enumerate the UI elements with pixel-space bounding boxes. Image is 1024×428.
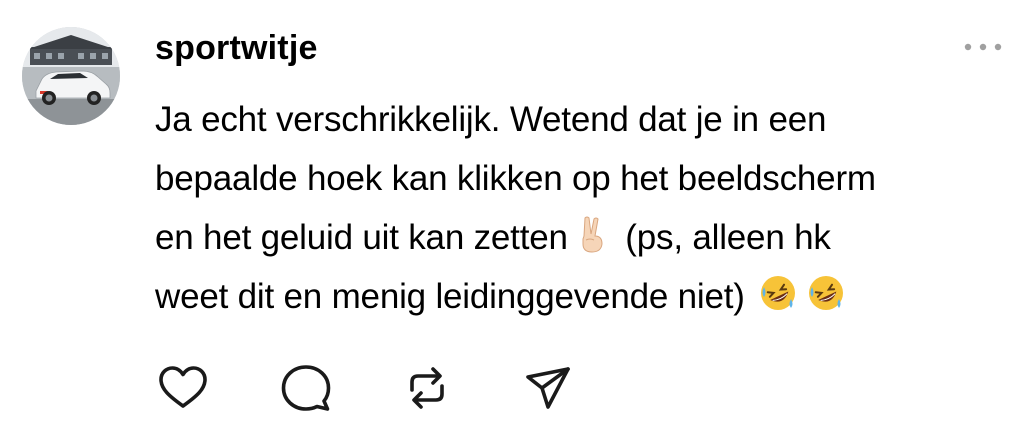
reply-button[interactable]: [278, 360, 334, 416]
like-button[interactable]: [155, 360, 211, 416]
thread-post: sportwitje Ja echt verschrikkelijk. Wete…: [0, 0, 1024, 428]
post-text-line: en het geluid uit kan zetten (ps, alleen…: [155, 208, 1005, 267]
text-segment: weet dit en menig leidinggevende niet): [155, 277, 745, 316]
text-segment: en het geluid uit kan zetten: [155, 218, 568, 257]
text-segment: Ja echt verschrikkelijk. Wetend dat je i…: [155, 100, 827, 139]
text-segment: (ps, alleen hk: [625, 218, 831, 257]
send-icon: [526, 367, 570, 409]
repost-icon: [410, 367, 444, 409]
post-text-line: bepaalde hoek kan klikken op het beeldsc…: [155, 149, 1005, 208]
repost-button[interactable]: [399, 360, 455, 416]
share-button[interactable]: [520, 360, 576, 416]
more-options-button[interactable]: [958, 32, 1008, 62]
heart-icon: [159, 366, 207, 408]
comment-bubble-icon: [281, 365, 331, 411]
post-text-line: weet dit en menig leidinggevende niet): [155, 267, 1005, 326]
post-text-line: Ja echt verschrikkelijk. Wetend dat je i…: [155, 90, 1005, 149]
username[interactable]: sportwitje: [155, 26, 318, 70]
text-segment: bepaalde hoek kan klikken op het beeldsc…: [155, 159, 876, 198]
rolling-on-the-floor-laughing-emoji: [806, 273, 846, 313]
rolling-on-the-floor-laughing-emoji: [758, 273, 798, 313]
post-text: Ja echt verschrikkelijk. Wetend dat je i…: [155, 90, 1005, 326]
victory-hand-emoji: [572, 214, 612, 254]
more-dots-icon: [964, 43, 1002, 51]
car-photo-avatar: [22, 27, 120, 125]
avatar[interactable]: [22, 27, 120, 125]
